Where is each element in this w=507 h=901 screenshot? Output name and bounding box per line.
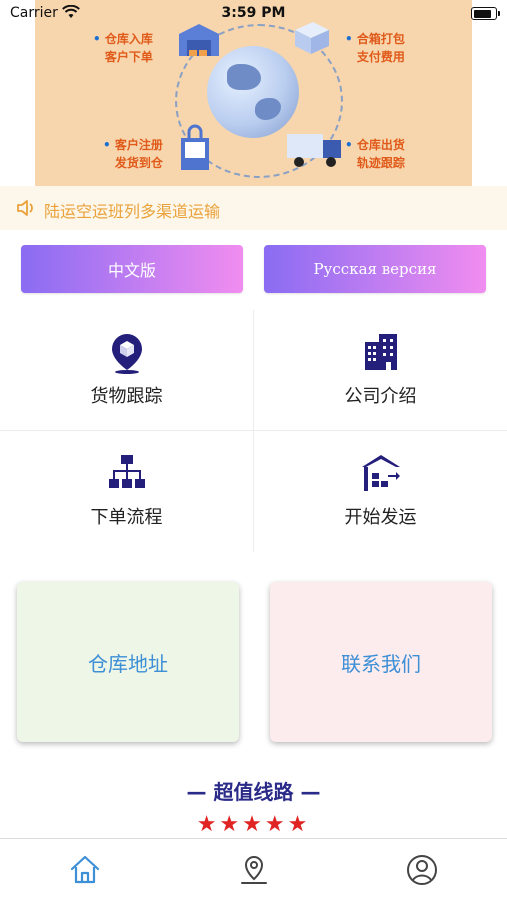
contact-us-card[interactable]: 联系我们 bbox=[270, 582, 492, 742]
banner-label-step2: • 合箱打包 支付费用 bbox=[345, 32, 405, 64]
menu-item-label: 下单流程 bbox=[90, 507, 163, 528]
warehouse-shipping-icon bbox=[361, 455, 400, 491]
clock: 3:59 PM bbox=[221, 5, 286, 21]
star-rating: ★★★★★ bbox=[196, 812, 311, 837]
battery-icon bbox=[471, 7, 500, 20]
warehouse-address-card[interactable]: 仓库地址 bbox=[17, 582, 239, 742]
tab-bar bbox=[0, 838, 507, 901]
notice-bar[interactable]: 陆运空运班列多渠道运输 bbox=[0, 186, 507, 230]
menu-item-cargo-tracking[interactable]: 货物跟踪 bbox=[0, 310, 253, 430]
notice-text: 陆运空运班列多渠道运输 bbox=[44, 202, 221, 221]
section-title: — 超值线路 — bbox=[186, 780, 321, 804]
contact-us-label: 联系我们 bbox=[341, 651, 421, 676]
status-bar: Carrier 3:59 PM bbox=[0, 0, 507, 28]
warehouse-address-label: 仓库地址 bbox=[88, 651, 168, 676]
menu-item-label: 开始发运 bbox=[344, 507, 417, 528]
location-box-icon bbox=[111, 334, 142, 374]
speaker-icon bbox=[17, 200, 33, 216]
truck-icon bbox=[287, 134, 341, 167]
building-icon bbox=[364, 334, 397, 370]
flowchart-icon bbox=[108, 455, 145, 488]
menu-item-order-process[interactable]: 下单流程 bbox=[0, 431, 253, 551]
menu-item-company-intro[interactable]: 公司介绍 bbox=[254, 310, 507, 430]
menu-item-label: 货物跟踪 bbox=[90, 386, 163, 407]
home-icon[interactable] bbox=[68, 853, 102, 887]
menu-grid: 货物跟踪 公司介绍 下单流程 开始发运 bbox=[0, 310, 507, 552]
russian-version-button[interactable]: Русская версия bbox=[264, 245, 486, 293]
profile-icon[interactable] bbox=[405, 853, 439, 887]
banner-label-step4: • 仓库出货 轨迹跟踪 bbox=[345, 138, 405, 170]
menu-item-start-shipping[interactable]: 开始发运 bbox=[254, 431, 507, 551]
shopping-bag-icon bbox=[181, 124, 209, 170]
location-icon[interactable] bbox=[237, 853, 271, 887]
menu-item-label: 公司介绍 bbox=[344, 386, 417, 407]
chinese-version-button[interactable]: 中文版 bbox=[21, 245, 243, 293]
banner-label-step3: • 客户注册 发货到仓 bbox=[103, 138, 163, 170]
banner-label-step1: • 仓库入库 客户下单 bbox=[93, 32, 153, 64]
